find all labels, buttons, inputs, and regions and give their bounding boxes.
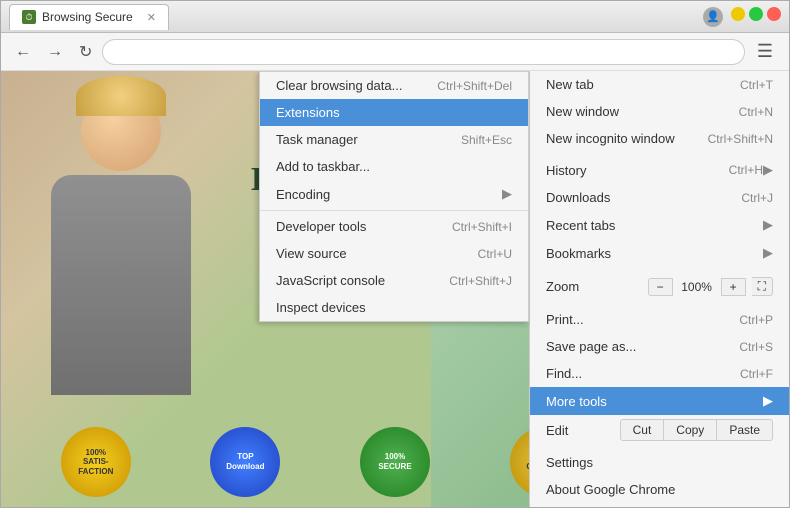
submenu-clear-browsing[interactable]: Clear browsing data... Ctrl+Shift+Del [260,72,528,99]
chrome-menu: New tab Ctrl+T New window Ctrl+N New inc… [529,71,789,507]
submenu-dev-tools[interactable]: Developer tools Ctrl+Shift+I [260,213,528,240]
submenu-view-source[interactable]: View source Ctrl+U [260,240,528,267]
browser-tab[interactable]: ⏱ Browsing Secure ✕ [9,4,169,30]
menu-item-new-window[interactable]: New window Ctrl+N [530,98,789,125]
copy-button[interactable]: Copy [664,419,717,441]
menu-item-new-tab[interactable]: New tab Ctrl+T [530,71,789,98]
zoom-minus-button[interactable]: − [648,278,673,296]
forward-button[interactable]: → [41,39,69,65]
user-avatar: 👤 [703,7,723,27]
badge-satisfaction: 100%SATIS-FACTION [61,427,131,497]
submenu-extensions[interactable]: Extensions [260,99,528,126]
reload-button[interactable]: ↻ [73,38,98,66]
address-bar[interactable] [102,39,744,65]
menu-item-about[interactable]: About Google Chrome [530,476,789,503]
menu-item-print[interactable]: Print... Ctrl+P [530,306,789,333]
more-tools-arrow: ▶ [763,393,773,409]
submenu-js-console[interactable]: JavaScript console Ctrl+Shift+J [260,267,528,294]
menu-item-incognito[interactable]: New incognito window Ctrl+Shift+N [530,125,789,152]
maximize-button[interactable] [749,7,763,21]
menu-item-save-page[interactable]: Save page as... Ctrl+S [530,333,789,360]
paste-button[interactable]: Paste [717,419,773,441]
menu-item-bookmarks[interactable]: Bookmarks ▶ [530,239,789,267]
submenu-encoding[interactable]: Encoding ▶ [260,180,528,208]
submenu-divider-1 [260,210,528,211]
more-tools-submenu: Clear browsing data... Ctrl+Shift+Del Ex… [259,71,529,322]
person-figure [21,91,221,431]
submenu-task-manager[interactable]: Task manager Shift+Esc [260,126,528,153]
bookmarks-arrow: ▶ [763,245,773,261]
menu-item-help[interactable]: Help ▶ [530,503,789,507]
window-controls: 👤 [703,7,781,27]
menu-item-recent-tabs[interactable]: Recent tabs ▶ [530,211,789,239]
submenu-add-taskbar[interactable]: Add to taskbar... [260,153,528,180]
nav-bar: ← → ↻ ☰ [1,33,789,71]
menu-item-zoom: Zoom − 100% + ⛶ [530,271,789,302]
zoom-fullscreen-button[interactable]: ⛶ [752,277,773,296]
recent-tabs-arrow: ▶ [763,217,773,233]
menu-item-find[interactable]: Find... Ctrl+F [530,360,789,387]
submenu-inspect-devices[interactable]: Inspect devices [260,294,528,321]
cut-button[interactable]: Cut [620,419,665,441]
content-area: ⏱ Browsi ✔ Enhance ✔ Makes su 100%SATIS-… [1,71,789,507]
edit-row: Edit Cut Copy Paste [530,415,789,445]
browser-window: ⏱ Browsing Secure ✕ 👤 ← → ↻ ☰ [0,0,790,508]
zoom-value: 100% [679,280,715,294]
minimize-button[interactable] [731,7,745,21]
title-bar: ⏱ Browsing Secure ✕ 👤 [1,1,789,33]
back-button[interactable]: ← [9,39,37,65]
badge-top-download: TOPDownload [210,427,280,497]
tab-favicon: ⏱ [22,10,36,24]
menu-item-settings[interactable]: Settings [530,449,789,476]
menu-item-more-tools[interactable]: More tools ▶ [530,387,789,415]
badge-secure: 100%SECURE [360,427,430,497]
close-button[interactable] [767,7,781,21]
menu-item-downloads[interactable]: Downloads Ctrl+J [530,184,789,211]
chrome-menu-button[interactable]: ☰ [749,37,781,66]
tab-title: Browsing Secure [42,10,133,24]
zoom-plus-button[interactable]: + [721,278,746,296]
encoding-arrow: ▶ [502,186,512,202]
tab-close-button[interactable]: ✕ [147,11,156,24]
history-arrow: ▶ [763,162,773,178]
menu-item-history[interactable]: History Ctrl+H ▶ [530,156,789,184]
